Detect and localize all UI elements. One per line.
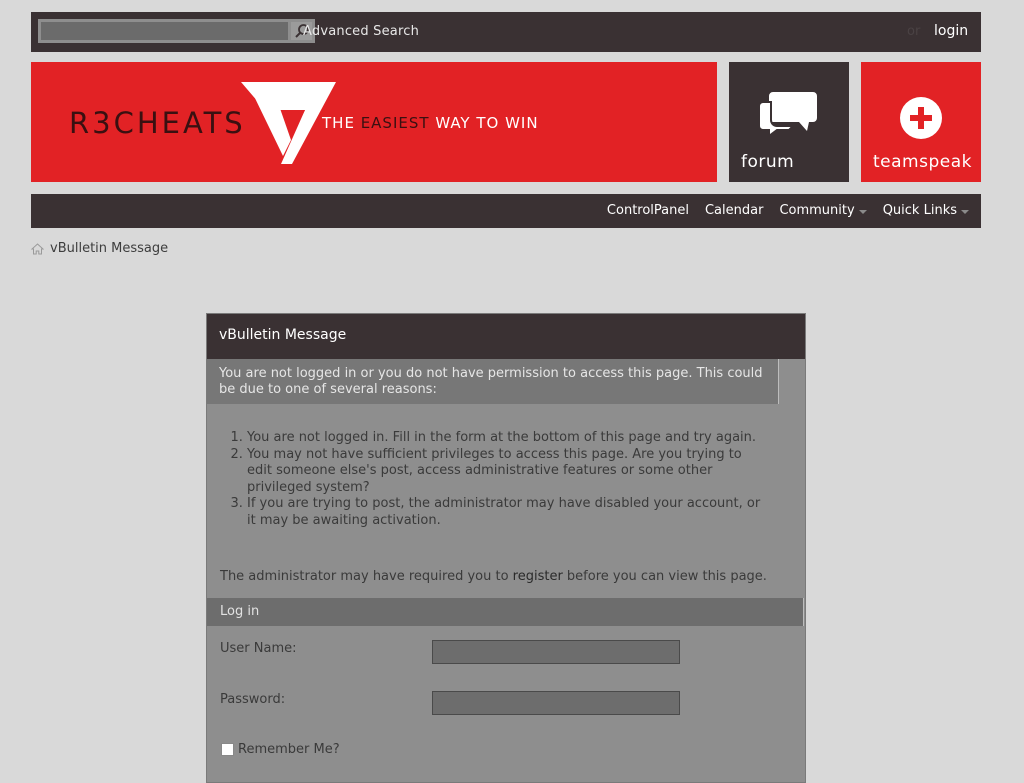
chevron-down-icon xyxy=(858,209,867,214)
admin-note-suffix: before you can view this page. xyxy=(562,569,767,584)
message-title: vBulletin Message xyxy=(207,314,805,359)
username-field[interactable] xyxy=(432,640,680,664)
list-item: You may not have sufficient privileges t… xyxy=(247,447,767,497)
home-icon[interactable] xyxy=(31,242,44,255)
advanced-search-link[interactable]: Advanced Search xyxy=(303,24,419,39)
message-notice: You are not logged in or you do not have… xyxy=(207,359,779,404)
list-item: If you are trying to post, the administr… xyxy=(247,496,767,529)
forum-tile-label: forum xyxy=(741,152,795,172)
message-panel: vBulletin Message You are not logged in … xyxy=(206,313,806,783)
chevron-down-icon xyxy=(961,209,969,214)
top-bar: Advanced Search or login xyxy=(31,12,981,52)
site-banner[interactable]: R3CHEATS THE EASIEST WAY TO WIN xyxy=(31,62,717,182)
register-link[interactable]: register xyxy=(513,569,563,584)
breadcrumb-current: vBulletin Message xyxy=(50,241,169,256)
or-text: or xyxy=(907,24,921,39)
password-label: Password: xyxy=(220,692,286,707)
site-tagline: THE EASIEST WAY TO WIN xyxy=(322,114,539,132)
forum-tile[interactable]: forum xyxy=(729,62,849,182)
chat-bubbles-icon xyxy=(759,92,817,134)
search-input[interactable] xyxy=(38,19,288,43)
login-section-title: Log in xyxy=(207,598,804,626)
tagline-prefix: THE xyxy=(322,114,361,132)
nav-links: ControlPanel Calendar Community Quick Li… xyxy=(607,203,969,218)
login-link[interactable]: login xyxy=(934,23,968,39)
site-logo-text: R3CHEATS xyxy=(69,106,246,140)
nav-quick-links[interactable]: Quick Links xyxy=(883,203,969,218)
remember-me-checkbox[interactable] xyxy=(221,743,234,756)
remember-me[interactable]: Remember Me? xyxy=(221,742,340,757)
password-field[interactable] xyxy=(432,691,680,715)
breadcrumb: vBulletin Message xyxy=(31,241,168,256)
nav-community[interactable]: Community xyxy=(779,203,867,218)
list-item: You are not logged in. Fill in the form … xyxy=(247,430,767,447)
admin-note: The administrator may have required you … xyxy=(220,569,767,584)
tagline-suffix: WAY TO WIN xyxy=(429,114,539,132)
nav-control-panel[interactable]: ControlPanel xyxy=(607,203,689,218)
username-label: User Name: xyxy=(220,641,297,656)
tagline-highlight: EASIEST xyxy=(360,114,430,132)
nav-calendar[interactable]: Calendar xyxy=(705,203,763,218)
teamspeak-tile[interactable]: teamspeak xyxy=(861,62,981,182)
nav-community-label: Community xyxy=(779,203,855,218)
plus-circle-icon xyxy=(900,97,942,139)
main-navbar: ControlPanel Calendar Community Quick Li… xyxy=(31,194,981,228)
teamspeak-tile-label: teamspeak xyxy=(873,152,972,172)
reasons-list: You are not logged in. Fill in the form … xyxy=(221,430,767,529)
admin-note-prefix: The administrator may have required you … xyxy=(220,569,513,584)
nav-quick-links-label: Quick Links xyxy=(882,203,957,218)
remember-me-label: Remember Me? xyxy=(238,742,340,757)
